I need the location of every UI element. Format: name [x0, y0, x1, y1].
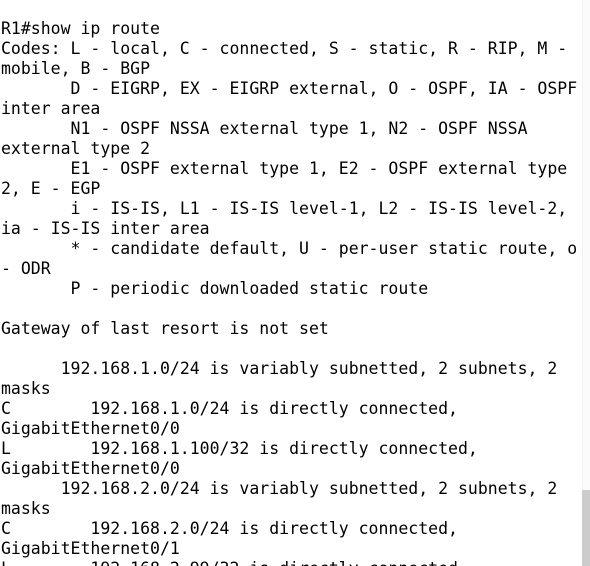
- terminal-line: i - IS-IS, L1 - IS-IS level-1, L2 - IS-I…: [1, 198, 578, 238]
- terminal-line: C 192.168.2.0/24 is directly connected, …: [1, 518, 468, 558]
- terminal-output[interactable]: R1#show ip route Codes: L - local, C - co…: [0, 17, 580, 566]
- terminal-line: P - periodic downloaded static route: [1, 278, 429, 298]
- vertical-scrollbar-track[interactable]: [582, 0, 590, 566]
- terminal-line: D - EIGRP, EX - EIGRP external, O - OSPF…: [1, 78, 578, 118]
- terminal-line: E1 - OSPF external type 1, E2 - OSPF ext…: [1, 158, 578, 198]
- terminal-line: L 192.168.2.99/32 is directly connected,…: [1, 559, 580, 566]
- terminal-line: C 192.168.1.0/24 is directly connected, …: [1, 398, 468, 438]
- terminal-line: 192.168.2.0/24 is variably subnetted, 2 …: [1, 478, 568, 518]
- terminal-window[interactable]: R1#show ip route Codes: L - local, C - co…: [0, 0, 590, 566]
- terminal-line: L 192.168.1.100/32 is directly connected…: [1, 438, 488, 478]
- terminal-line: Gateway of last resort is not set: [1, 318, 329, 338]
- terminal-line: R1#show ip route: [1, 18, 160, 38]
- vertical-scrollbar-thumb[interactable]: [582, 490, 590, 566]
- terminal-line: 192.168.1.0/24 is variably subnetted, 2 …: [1, 358, 568, 398]
- terminal-line: Codes: L - local, C - connected, S - sta…: [1, 38, 578, 78]
- terminal-line: * - candidate default, U - per-user stat…: [1, 238, 578, 278]
- terminal-line: N1 - OSPF NSSA external type 1, N2 - OSP…: [1, 118, 538, 158]
